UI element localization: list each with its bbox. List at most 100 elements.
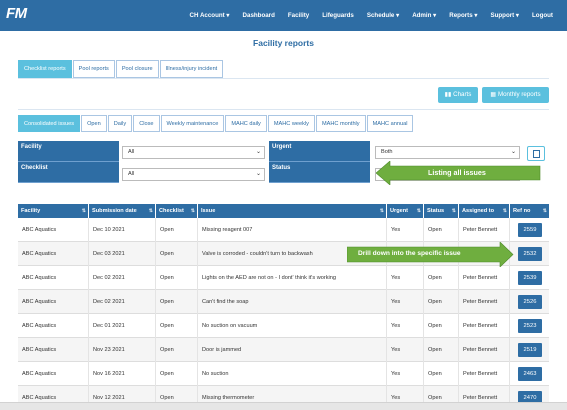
col-submission-date[interactable]: Submission date ⇅ <box>89 204 156 218</box>
col-urgent[interactable]: Urgent ⇅ <box>387 204 424 218</box>
cell-submission-date: Dec 02 2021 <box>89 266 156 290</box>
facility-select[interactable]: All ⌄ <box>122 146 265 159</box>
urgent-select[interactable]: Both ⌄ <box>375 146 520 159</box>
nav-schedule[interactable]: Schedule ▾ <box>367 12 399 19</box>
bar-chart-icon: ▮▮ <box>444 91 454 98</box>
chevron-down-icon: ⌄ <box>510 149 516 155</box>
cell-checklist: Open <box>156 266 198 290</box>
nav-support[interactable]: Support ▾ <box>490 12 519 19</box>
cell-urgent: Yes <box>387 338 424 362</box>
tab-mahc-daily[interactable]: MAHC daily <box>225 115 267 132</box>
cell-issue: Lights on the AED are not on - I dont' t… <box>198 266 387 290</box>
tab-checklist-reports[interactable]: Checklist reports <box>18 60 72 78</box>
nav-logout[interactable]: Logout <box>532 12 553 19</box>
ref-no-button[interactable]: 2519 <box>518 343 542 357</box>
cell-status: Open <box>424 362 459 386</box>
main-nav: CH Account ▾ Dashboard Facility Lifeguar… <box>177 0 553 31</box>
tab-daily[interactable]: Daily <box>107 115 133 132</box>
monthly-reports-button[interactable]: ▦ Monthly reports <box>482 87 549 103</box>
nav-facility[interactable]: Facility <box>288 12 309 19</box>
col-facility[interactable]: Facility ⇅ <box>18 204 89 218</box>
cell-submission-date: Dec 01 2021 <box>89 314 156 338</box>
tab-close[interactable]: Close <box>133 115 160 132</box>
cell-urgent: Yes <box>387 314 424 338</box>
top-navbar: FM CH Account ▾ Dashboard Facility Lifeg… <box>0 0 567 31</box>
cell-submission-date: Dec 10 2021 <box>89 218 156 242</box>
facility-select-value: All <box>128 149 135 155</box>
cell-checklist: Open <box>156 338 198 362</box>
col-issue[interactable]: Issue ⇅ <box>198 204 387 218</box>
col-status[interactable]: Status ⇅ <box>424 204 459 218</box>
cell-facility: ABC Aquatics <box>18 290 89 314</box>
cell-urgent: Yes <box>387 266 424 290</box>
charts-label: Charts <box>453 91 472 98</box>
chevron-down-icon: ⌄ <box>255 149 261 155</box>
cell-submission-date: Nov 23 2021 <box>89 338 156 362</box>
cell-checklist: Open <box>156 314 198 338</box>
export-button[interactable] <box>527 146 545 161</box>
col-ref-no-label: Ref no <box>513 208 531 214</box>
cell-facility: ABC Aquatics <box>18 242 89 266</box>
cell-assigned-to: Peter Bennett <box>459 266 510 290</box>
cell-assigned-to: Peter Bennett <box>459 314 510 338</box>
nav-ch-account[interactable]: CH Account ▾ <box>190 12 230 19</box>
nav-reports[interactable]: Reports ▾ <box>449 12 477 19</box>
cell-status: Open <box>424 266 459 290</box>
table-header: Facility ⇅ Submission date ⇅ Checklist ⇅ Is… <box>18 204 549 218</box>
cell-urgent: Yes <box>387 362 424 386</box>
ref-no-button[interactable]: 2463 <box>518 367 542 381</box>
col-checklist[interactable]: Checklist ⇅ <box>156 204 198 218</box>
tab-consolidated-issues[interactable]: Consolidated issues <box>18 115 81 132</box>
nav-lifeguards[interactable]: Lifeguards <box>322 12 354 19</box>
app-logo[interactable]: FM <box>6 5 27 22</box>
tab-mahc-monthly[interactable]: MAHC monthly <box>315 115 366 132</box>
table-row: ABC Aquatics Dec 02 2021 Open Can't find th… <box>18 290 549 314</box>
cell-checklist: Open <box>156 290 198 314</box>
ref-no-button[interactable]: 2526 <box>518 295 542 309</box>
cell-facility: ABC Aquatics <box>18 266 89 290</box>
sort-icon: ⇅ <box>190 208 195 214</box>
ref-no-button[interactable]: 2539 <box>518 271 542 285</box>
table-row: ABC Aquatics Dec 01 2021 Open No suction on… <box>18 314 549 338</box>
urgent-select-value: Both <box>381 149 393 155</box>
tab-mahc-weekly[interactable]: MAHC weekly <box>267 115 315 132</box>
ref-no-button[interactable]: 2523 <box>518 319 542 333</box>
sort-icon: ⇅ <box>502 208 507 214</box>
sort-icon: ⇅ <box>148 208 153 214</box>
tab-weekly-maintenance[interactable]: Weekly maintenance <box>160 115 225 132</box>
tab-illness-injury[interactable]: Illness/injury incident <box>159 60 224 78</box>
cell-urgent: Yes <box>387 218 424 242</box>
table-row: ABC Aquatics Nov 23 2021 Open Door is jamme… <box>18 338 549 362</box>
chevron-down-icon: ⌄ <box>255 171 261 177</box>
urgent-label: Urgent <box>269 141 370 162</box>
tab-open[interactable]: Open <box>81 115 107 132</box>
cell-facility: ABC Aquatics <box>18 314 89 338</box>
charts-button[interactable]: ▮▮ Charts <box>438 87 478 103</box>
sort-icon: ⇅ <box>451 208 456 214</box>
cell-status: Open <box>424 314 459 338</box>
nav-admin[interactable]: Admin ▾ <box>412 12 436 19</box>
tab-mahc-annual[interactable]: MAHC annual <box>366 115 414 132</box>
cell-submission-date: Dec 02 2021 <box>89 290 156 314</box>
cell-facility: ABC Aquatics <box>18 362 89 386</box>
annotation-listing-text: Listing all issues <box>428 168 486 177</box>
cell-urgent: Yes <box>387 290 424 314</box>
horizontal-scrollbar[interactable] <box>0 402 567 410</box>
tab-pool-reports[interactable]: Pool reports <box>72 60 115 78</box>
cell-assigned-to: Peter Bennett <box>459 218 510 242</box>
cell-facility: ABC Aquatics <box>18 218 89 242</box>
calendar-icon: ▦ <box>490 91 498 98</box>
ref-no-button[interactable]: 2532 <box>518 247 542 261</box>
col-assigned-to[interactable]: Assigned to ⇅ <box>459 204 510 218</box>
col-facility-label: Facility <box>21 208 41 214</box>
tab-pool-closure[interactable]: Pool closure <box>115 60 159 78</box>
table-row: ABC Aquatics Dec 10 2021 Open Missing reage… <box>18 218 549 242</box>
monthly-label: Monthly reports <box>497 91 541 98</box>
page-title: Facility reports <box>253 38 314 48</box>
ref-no-button[interactable]: 2559 <box>518 223 542 237</box>
cell-checklist: Open <box>156 218 198 242</box>
col-ref-no[interactable]: Ref no ⇅ <box>510 204 549 218</box>
checklist-select[interactable]: All ⌄ <box>122 168 265 181</box>
checklist-select-value: All <box>128 171 135 177</box>
nav-dashboard[interactable]: Dashboard <box>243 12 275 19</box>
